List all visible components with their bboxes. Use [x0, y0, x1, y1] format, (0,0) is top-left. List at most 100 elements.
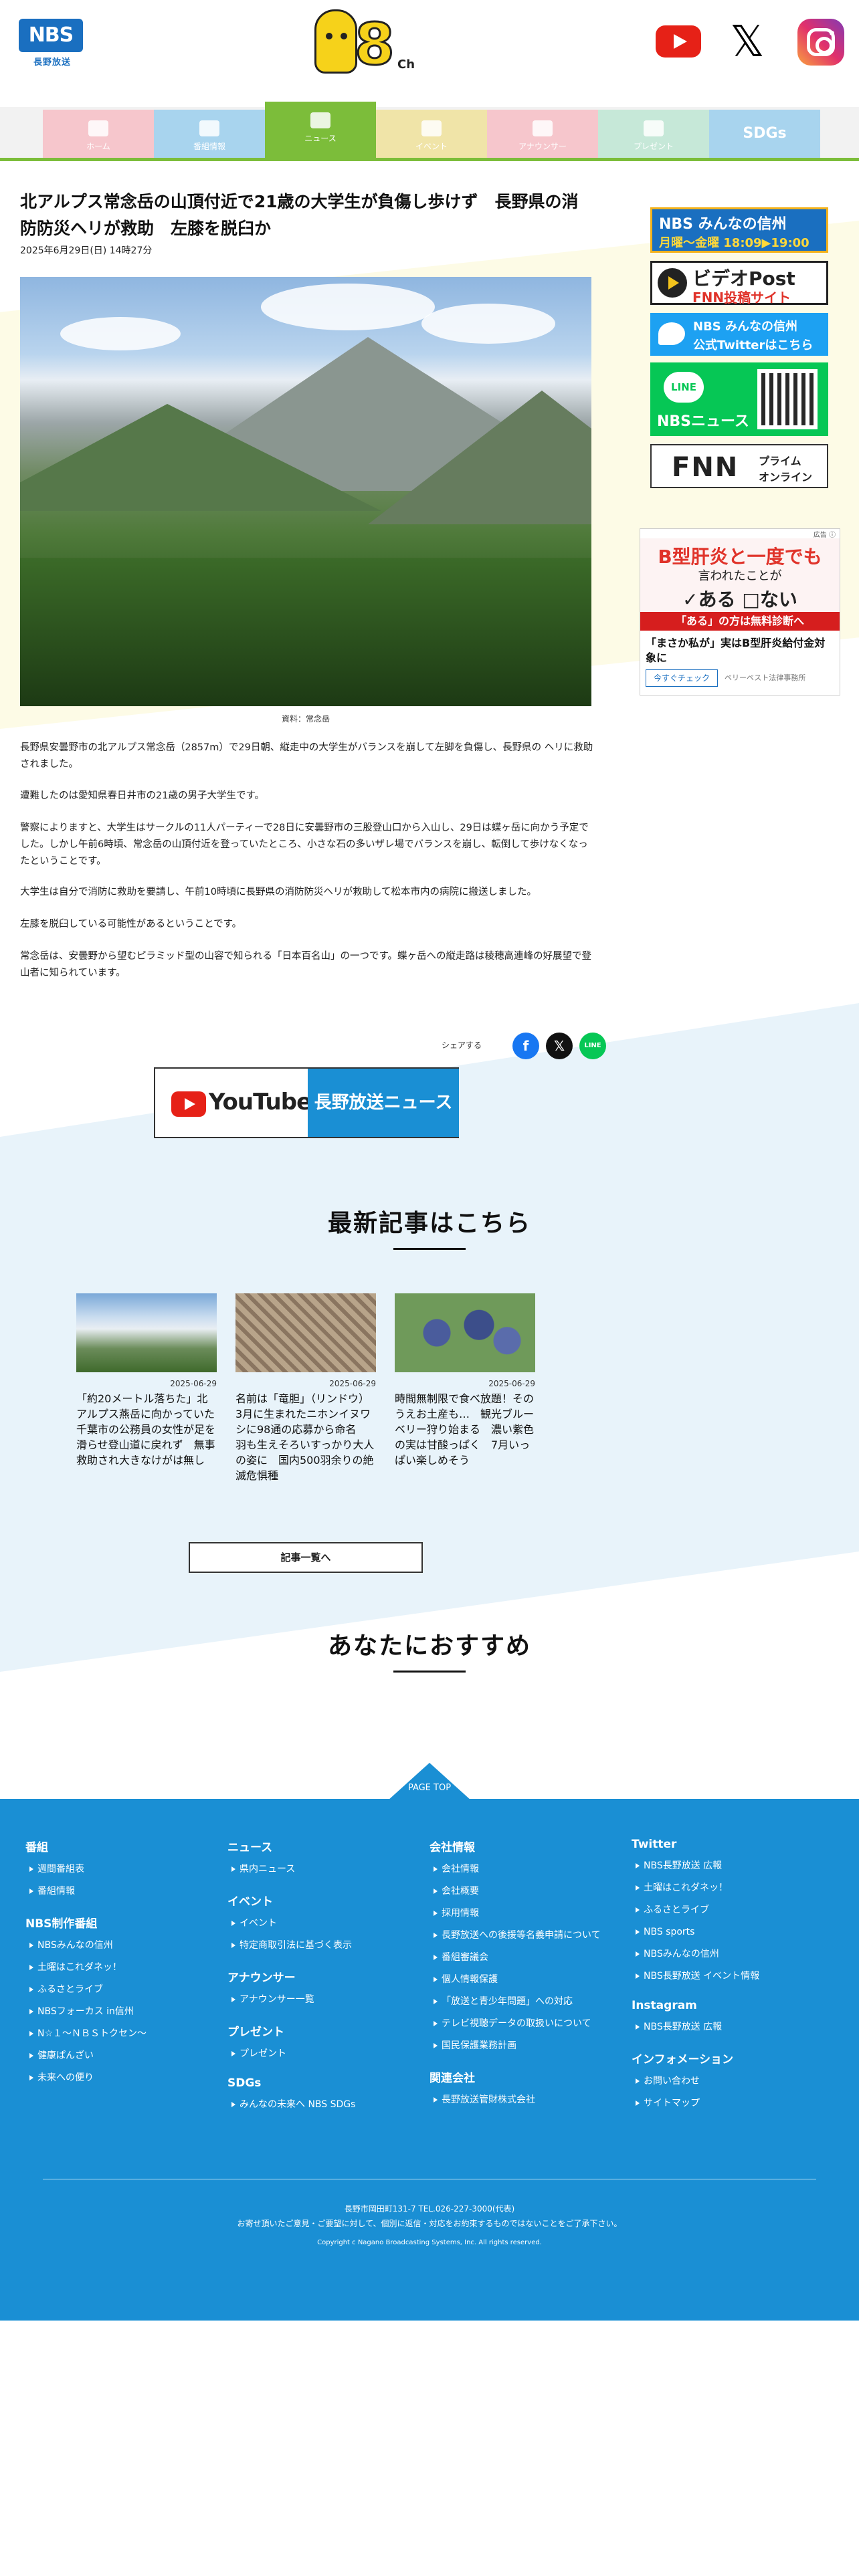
footer-link[interactable]: 採用情報 — [434, 1907, 624, 1920]
footer-heading: 関連会社 — [430, 2072, 475, 2085]
page-top-button[interactable]: PAGE TOP — [388, 1763, 471, 1800]
footer-link[interactable]: テレビ視聴データの取扱いについて — [434, 2017, 624, 2030]
article-list-button[interactable]: 記事一覧へ — [189, 1542, 423, 1573]
flag-icon — [421, 120, 442, 136]
nav-tab-sdgs[interactable]: SDGs — [709, 110, 820, 158]
sidebar-banner-twitter[interactable]: NBS みんなの信州 公式Twitterはこちら — [650, 313, 828, 356]
footer-link[interactable]: 会社概要 — [434, 1885, 624, 1898]
footer-link[interactable]: ふるさとライブ — [29, 1983, 219, 1996]
footer-link[interactable]: NBSみんなの信州 — [29, 1939, 219, 1952]
footer-link[interactable]: 特定商取引法に基づく表示 — [231, 1939, 421, 1952]
footer-link[interactable]: NBSフォーカス in信州 — [29, 2005, 219, 2018]
footer-link[interactable]: サイトマップ — [636, 2097, 826, 2110]
footer-link[interactable]: プレゼント — [231, 2047, 421, 2060]
8ch-logo[interactable]: 8 Ch — [314, 9, 421, 76]
article-paragraph: 大学生は自分で消防に救助を要請し、午前10時頃に長野県の消防防災ヘリが救助して松… — [20, 887, 537, 897]
facebook-share-icon[interactable]: f — [512, 1033, 539, 1059]
sidebar-banner-minna[interactable]: NBS みんなの信州 月曜～金曜 18:09▶19:00 — [650, 207, 828, 253]
footer-link[interactable]: NBSみんなの信州 — [636, 1947, 826, 1961]
ad-check-button[interactable]: 今すぐチェック — [646, 669, 718, 687]
footer-link[interactable]: 週間番組表 — [29, 1862, 219, 1876]
bear-mascot-icon — [314, 9, 357, 74]
footer-link[interactable]: 番組情報 — [29, 1885, 219, 1898]
ad-subheadline: 言われたことが — [698, 569, 782, 583]
footer-link[interactable]: みんなの未来へ NBS SDGs — [231, 2098, 421, 2111]
latest-section-underline — [393, 1248, 466, 1250]
news-icon — [310, 112, 330, 128]
nav-tab-home[interactable]: ホーム — [43, 110, 154, 158]
footer-link[interactable]: 土曜はこれダネッ！ — [29, 1961, 219, 1974]
ad-checkbox-text: ✓ある □ない — [682, 588, 797, 611]
nav-tab-label: ホーム — [86, 142, 110, 151]
ad-band: 「ある」の方は無料診断へ — [640, 612, 840, 631]
article-paragraph: 長野県安曇野市の北アルプス常念岳（2857m）で29日朝、縦走中の大学生がバラン… — [20, 742, 593, 770]
footer-link[interactable]: NBS長野放送 広報 — [636, 2020, 826, 2034]
line-logo-icon: LINE — [664, 372, 704, 403]
nav-tab-announcers[interactable]: アナウンサー — [487, 110, 598, 158]
footer-link[interactable]: NBS長野放送 広報 — [636, 1859, 826, 1872]
footer-link[interactable]: イベント — [231, 1917, 421, 1930]
article-card-date: 2025-06-29 — [488, 1379, 535, 1388]
line-share-icon[interactable]: LINE — [579, 1033, 606, 1059]
footer-link[interactable]: アナウンサー一覧 — [231, 1993, 421, 2006]
youtube-icon[interactable] — [656, 25, 701, 58]
article-card[interactable]: 2025-06-29 時間無制限で食べ放題！そのうえお土産も… 観光ブルーベリー… — [395, 1293, 535, 1468]
sidebar-banner-video-post[interactable]: ビデオPost FNN投稿サイト — [650, 261, 828, 306]
article-paragraph: 左膝を脱臼している可能性があるということです。 — [20, 919, 242, 930]
article-card-date: 2025-06-29 — [170, 1379, 217, 1388]
footer-link[interactable]: 健康ぱんざい — [29, 2049, 219, 2062]
article-card[interactable]: 2025-06-29 名前は「竜胆」（リンドウ） 3月に生まれたニホンイヌワシに… — [235, 1293, 376, 1483]
footer-heading: NBS制作番組 — [25, 1917, 98, 1931]
footer-heading: 会社情報 — [430, 1841, 475, 1854]
instagram-icon[interactable] — [797, 19, 844, 66]
nav-tab-label: プレゼント — [633, 142, 674, 151]
article-paragraph: 常念岳は、安曇野から望むピラミッド型の山容で知られる「日本百名山」の一つです。蝶… — [20, 951, 592, 978]
article-title: 北アルプス常念岳の山頂付近で21歳の大学生が負傷し歩けず 長野県の消防防災ヘリが… — [20, 192, 579, 238]
nav-tab-news[interactable]: ニュース — [265, 102, 376, 158]
youtube-channel-banner[interactable]: YouTube 長野放送ニュース — [154, 1067, 459, 1138]
footer-link[interactable]: 長野放送管財株式会社 — [434, 2093, 624, 2107]
8ch-logo-number: 8 — [354, 11, 396, 78]
nav-tab-presents[interactable]: プレゼント — [598, 110, 709, 158]
footer-link[interactable]: 個人情報保護 — [434, 1973, 624, 1986]
qr-code-icon — [757, 369, 818, 429]
fnn-logo: FNN — [672, 452, 739, 483]
sidebar-banner-fnn[interactable]: FNN プライム オンライン — [650, 444, 828, 488]
x-share-icon[interactable]: 𝕏 — [546, 1033, 573, 1059]
article-paragraph: 遭難したのは愛知県春日井市の21歳の男子大学生です。 — [20, 790, 264, 801]
nav-tab-programs[interactable]: 番組情報 — [154, 110, 265, 158]
sidebar-banner-line[interactable]: LINE NBSニュース — [650, 362, 828, 436]
article-paragraph: 警察によりますと、大学生はサークルの11人パーティーで28日に安曇野市の三股登山… — [20, 823, 589, 867]
article-card[interactable]: 2025-06-29 「約20メートル落ちた」北アルプス燕岳に向かっていた千葉市… — [76, 1293, 217, 1468]
footer-link[interactable]: 会社情報 — [434, 1862, 624, 1876]
footer-link[interactable]: 県内ニュース — [231, 1862, 421, 1876]
footer-link[interactable]: お問い合わせ — [636, 2074, 826, 2088]
nav-tab-events[interactable]: イベント — [376, 110, 487, 158]
footer-link[interactable]: NBS長野放送 イベント情報 — [636, 1969, 826, 1983]
footer-link[interactable]: N☆１～ＮＢＳトクセン～ — [29, 2027, 219, 2040]
footer-link[interactable]: 長野放送への後援等名義申請について — [434, 1929, 624, 1942]
footer-link[interactable]: NBS sports — [636, 1925, 826, 1939]
ad-text: 「まさか私が」実はB型肝炎給付金対象に — [646, 637, 826, 664]
footer-link[interactable]: 土曜はこれダネッ！ — [636, 1881, 826, 1895]
footer-link[interactable]: 国民保護業務計画 — [434, 2039, 624, 2052]
recommend-section-title: あなたにおすすめ — [327, 1632, 531, 1660]
article-card-thumbnail — [235, 1293, 376, 1372]
x-icon[interactable]: 𝕏 — [725, 20, 769, 64]
article-card-title: 名前は「竜胆」（リンドウ） 3月に生まれたニホンイヌワシに98通の応募から命名 … — [235, 1392, 375, 1482]
footer-link[interactable]: 未来への便り — [29, 2071, 219, 2084]
sidebar-banner-text: オンライン — [759, 471, 813, 484]
article-card-title: 時間無制限で食べ放題！そのうえお土産も… 観光ブルーベリー狩り始まる 濃い紫色の… — [395, 1392, 535, 1467]
footer-heading: SDGs — [227, 2076, 262, 2090]
sidebar-banner-text: 月曜～金曜 18:09▶19:00 — [659, 236, 809, 250]
share-bar: シェアする f 𝕏 LINE — [442, 1033, 609, 1059]
sidebar-advertisement[interactable]: 広告 ⓘ B型肝炎と一度でも 言われたことが ✓ある □ない 「ある」の方は無料… — [640, 528, 840, 695]
youtube-banner-logo: YouTube — [209, 1089, 312, 1115]
nbs-logo[interactable]: NBS 長野放送 — [19, 19, 86, 68]
article-card-title: 「約20メートル落ちた」北アルプス燕岳に向かっていた千葉市の公務員の女性が足を滑… — [76, 1392, 216, 1467]
footer-link[interactable]: ふるさとライブ — [636, 1903, 826, 1917]
footer-link[interactable]: 「放送と青少年問題」への対応 — [434, 1995, 624, 2008]
footer-link[interactable]: 番組審議会 — [434, 1951, 624, 1964]
footer-column-company: 会社情報 会社情報 会社概要 採用情報 長野放送への後援等名義申請について 番組… — [430, 1838, 624, 2115]
latest-section-title: 最新記事はこちら — [327, 1210, 531, 1237]
